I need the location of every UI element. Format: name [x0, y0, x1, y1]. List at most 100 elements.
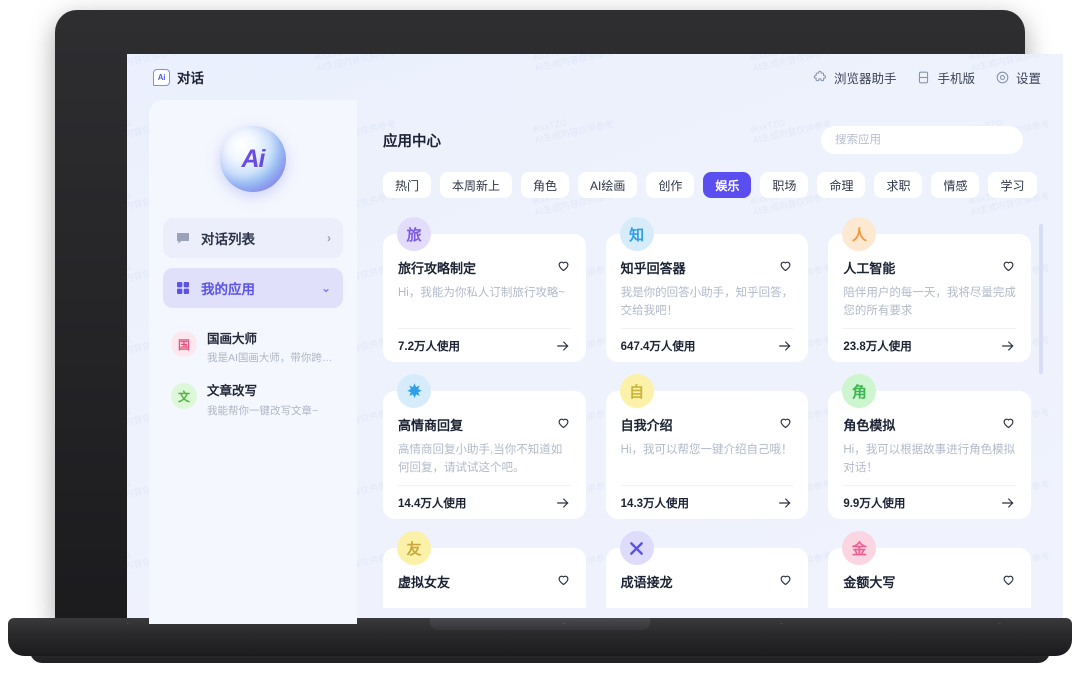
chevron-down-icon: ⌄: [320, 281, 331, 295]
app-window: Ai 对话 浏览器助手 手机版 设置 Ai 对话列表 › 我的应用 ⌄ 国 国画…: [127, 54, 1063, 624]
tab-study[interactable]: 学习: [988, 172, 1037, 198]
app-card-badge: [397, 374, 431, 408]
main-header: 应用中心: [383, 126, 1045, 154]
app-cards-grid: 旅 旅行攻略制定 Hi，我能为你私人订制旅行攻略~ 7.2万人使用 知 知乎回答…: [383, 216, 1031, 608]
app-card[interactable]: 旅 旅行攻略制定 Hi，我能为你私人订制旅行攻略~ 7.2万人使用: [383, 217, 586, 362]
app-card-badge: 自: [619, 374, 654, 408]
app-card[interactable]: 自 自我介绍 Hi，我可以帮您一键介绍自己哦！ 14.3万人使用: [605, 374, 809, 519]
favorite-heart-icon[interactable]: [778, 258, 793, 273]
ai-logo-icon: Ai: [153, 68, 170, 86]
favorite-heart-icon[interactable]: [1001, 572, 1016, 587]
favorite-heart-icon[interactable]: [556, 572, 571, 587]
arrow-right-icon[interactable]: [777, 495, 793, 511]
main-panel: 应用中心 热门 本周新上 角色 AI绘画 创作 娱乐 职: [357, 100, 1045, 624]
puzzle-icon: [813, 70, 828, 85]
browser-assistant-label: 浏览器助手: [833, 71, 897, 86]
tab-new-this-week[interactable]: 本周新上: [440, 172, 513, 198]
app-card[interactable]: 角 角色模拟 Hi，我可以根据故事进行角色模拟对话！ 9.9万人使用: [828, 374, 1031, 519]
browser-assistant-button[interactable]: 浏览器助手: [813, 68, 897, 87]
chat-icon: [175, 230, 191, 246]
page-title: 应用中心: [383, 133, 441, 150]
app-card-usage: 23.8万人使用: [843, 340, 912, 353]
app-card-title: 成语接龙: [620, 575, 673, 590]
app-card[interactable]: 友 虚拟女友: [383, 531, 586, 608]
sidebar-item-my-apps-label: 我的应用: [201, 282, 255, 297]
chevron-right-icon: ›: [327, 231, 331, 245]
arrow-right-icon[interactable]: [777, 338, 793, 354]
tab-hot[interactable]: 热门: [383, 172, 432, 198]
settings-label: 设置: [1015, 71, 1041, 86]
app-card-title: 高情商回复: [398, 418, 464, 433]
arrow-right-icon[interactable]: [555, 495, 571, 511]
app-card-badge: 金: [842, 531, 877, 565]
app-card-title: 人工智能: [843, 261, 896, 276]
arrow-right-icon[interactable]: [1000, 338, 1016, 354]
ai-orb-logo-icon: Ai: [220, 126, 286, 192]
sidebar-item-chat-list[interactable]: 对话列表 ›: [163, 218, 343, 258]
tab-workplace[interactable]: 职场: [760, 172, 809, 198]
app-card-desc: [843, 599, 1016, 608]
arrow-right-icon[interactable]: [1000, 495, 1016, 511]
app-card-badge: 友: [397, 531, 431, 565]
app-card-badge: 知: [619, 217, 654, 251]
top-bar-actions: 浏览器助手 手机版 设置: [813, 68, 1041, 87]
app-card-badge: 人: [842, 217, 877, 251]
tab-job-hunting[interactable]: 求职: [874, 172, 923, 198]
sidebar-item-my-apps[interactable]: 我的应用 ⌄: [163, 268, 343, 308]
avatar: 国: [171, 331, 197, 357]
tab-ai-painting[interactable]: AI绘画: [578, 172, 638, 198]
app-card-title: 角色模拟: [843, 418, 896, 433]
favorite-heart-icon[interactable]: [556, 415, 571, 430]
tab-roles[interactable]: 角色: [521, 172, 570, 198]
favorite-heart-icon[interactable]: [1001, 415, 1016, 430]
list-item[interactable]: 文 文章改写 我能帮你一键改写文章~: [165, 374, 341, 426]
search-box[interactable]: [821, 126, 1023, 154]
app-card-title: 自我介绍: [620, 418, 673, 433]
app-card[interactable]: 高情商回复 高情商回复小助手,当你不知道如何回复，请试试这个吧。 14.4万人使…: [383, 374, 586, 519]
list-item-desc: 我是AI国画大师，带你跨时代体...: [207, 352, 335, 365]
app-card-badge: 旅: [397, 217, 431, 251]
app-card-desc: Hi，我可以根据故事进行角色模拟对话！: [843, 444, 1016, 474]
tab-fortune[interactable]: 命理: [817, 172, 866, 198]
ai-orb-label: Ai: [241, 144, 266, 173]
app-card-usage: 14.3万人使用: [620, 497, 690, 510]
app-card[interactable]: 人 人工智能 陪伴用户的每一天，我将尽量完成您的所有要求 23.8万人使用: [828, 217, 1031, 362]
vertical-scrollbar[interactable]: [1039, 224, 1043, 374]
app-card-usage: 9.9万人使用: [843, 497, 906, 510]
gear-icon: [995, 70, 1010, 85]
app-cards-scroll-area[interactable]: 旅 旅行攻略制定 Hi，我能为你私人订制旅行攻略~ 7.2万人使用 知 知乎回答…: [383, 216, 1045, 608]
app-card-title: 金额大写: [843, 575, 896, 590]
settings-button[interactable]: 设置: [995, 68, 1041, 87]
list-item[interactable]: 国 国画大师 我是AI国画大师，带你跨时代体...: [165, 322, 341, 374]
app-card-desc: [398, 599, 571, 608]
sparkle-icon: [405, 382, 424, 401]
tab-emotion[interactable]: 情感: [931, 172, 980, 198]
laptop-mockup: Ai 对话 浏览器助手 手机版 设置 Ai 对话列表 › 我的应用 ⌄ 国 国画…: [0, 0, 1080, 680]
app-card[interactable]: 知 知乎回答器 我是你的回答小助手，知乎回答，交给我吧！ 647.4万人使用: [605, 217, 809, 362]
category-tabs: 热门 本周新上 角色 AI绘画 创作 娱乐 职场 命理 求职 情感 学习: [383, 172, 1045, 198]
laptop-lid: Ai 对话 浏览器助手 手机版 设置 Ai 对话列表 › 我的应用 ⌄ 国 国画…: [55, 10, 1063, 625]
app-card-desc: Hi，我可以帮您一键介绍自己哦！: [620, 444, 793, 456]
tab-creation[interactable]: 创作: [646, 172, 695, 198]
app-card-desc: 陪伴用户的每一天，我将尽量完成您的所有要求: [843, 287, 1016, 317]
favorite-heart-icon[interactable]: [1001, 258, 1016, 273]
app-card-usage: 7.2万人使用: [398, 340, 460, 353]
favorite-heart-icon[interactable]: [778, 415, 793, 430]
brand-title: 对话: [177, 71, 204, 86]
cross-icon: [627, 539, 646, 558]
sidebar: Ai 对话列表 › 我的应用 ⌄ 国 国画大师 我是AI国画大师，带你跨时 文 …: [149, 100, 357, 624]
search-input[interactable]: [835, 134, 1009, 146]
mobile-version-button[interactable]: 手机版: [916, 68, 975, 87]
favorite-heart-icon[interactable]: [556, 258, 571, 273]
list-item-title: 文章改写: [207, 384, 258, 399]
favorite-heart-icon[interactable]: [778, 572, 793, 587]
brand: Ai 对话: [153, 67, 204, 87]
app-card[interactable]: 成语接龙: [605, 531, 809, 608]
app-card[interactable]: 金 金额大写: [828, 531, 1031, 608]
app-card-badge: 角: [842, 374, 877, 408]
grid-icon: [175, 280, 191, 296]
tab-entertainment[interactable]: 娱乐: [703, 172, 752, 198]
app-card-desc: [621, 599, 794, 608]
arrow-right-icon[interactable]: [555, 338, 571, 354]
top-bar: Ai 对话 浏览器助手 手机版 设置: [127, 54, 1063, 100]
